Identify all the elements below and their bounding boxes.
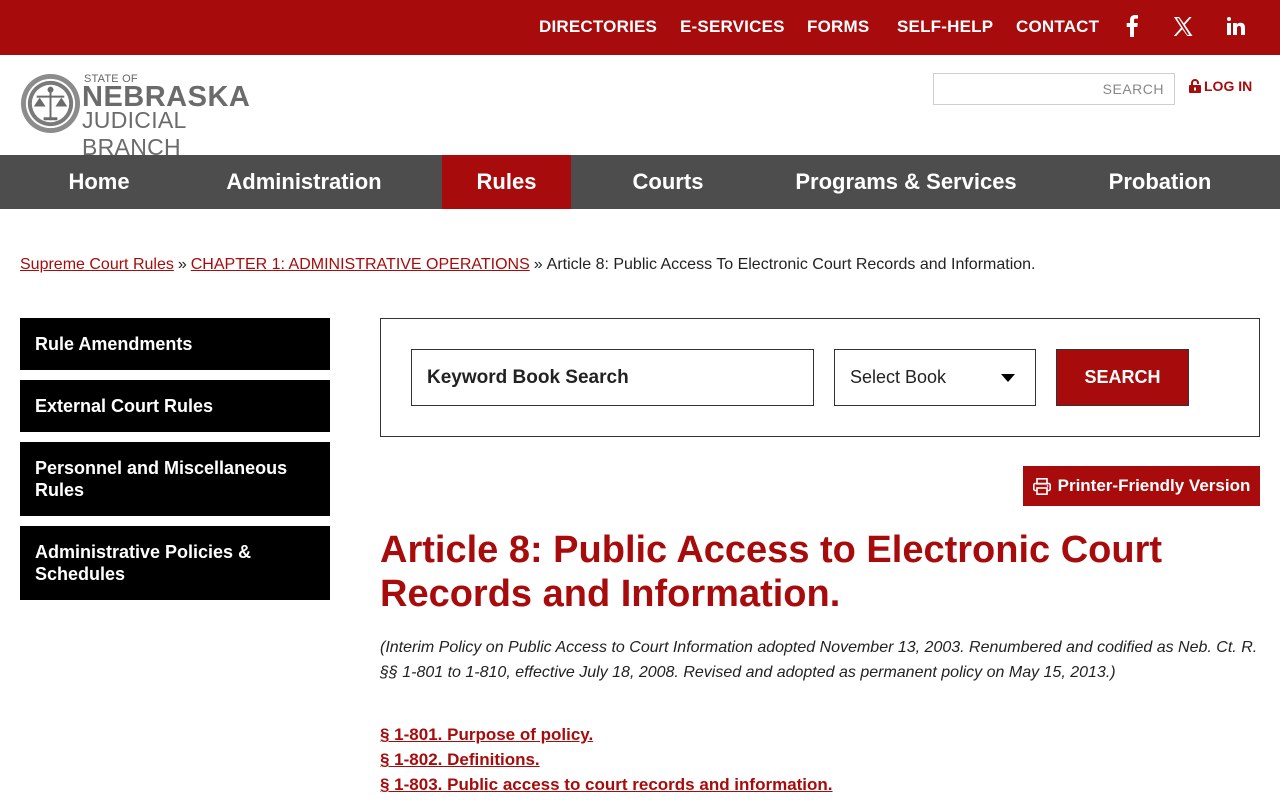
caret-down-icon xyxy=(1001,374,1015,382)
breadcrumb-current: Article 8: Public Access To Electronic C… xyxy=(546,256,1036,273)
printer-friendly-button[interactable]: Printer-Friendly Version xyxy=(1023,466,1260,506)
nebraska-seal-icon xyxy=(20,73,81,134)
sidebar-item-personnel-misc-rules[interactable]: Personnel and Miscellaneous Rules xyxy=(20,442,330,516)
nav-item-courts[interactable]: Courts xyxy=(603,155,733,209)
book-search-button[interactable]: SEARCH xyxy=(1056,349,1189,406)
breadcrumb-link-chapter-1[interactable]: CHAPTER 1: ADMINISTRATIVE OPERATIONS xyxy=(191,256,530,273)
section-link-1-802[interactable]: § 1-802. Definitions. xyxy=(380,747,833,772)
printer-friendly-label: Printer-Friendly Version xyxy=(1057,476,1251,495)
article-note: (Interim Policy on Public Access to Cour… xyxy=(380,639,1258,681)
logo-judicial-branch: JUDICIAL BRANCH xyxy=(82,107,186,160)
topbar-link-directories[interactable]: DIRECTORIES xyxy=(539,17,657,37)
nav-item-probation[interactable]: Probation xyxy=(1079,155,1241,209)
select-book-dropdown[interactable]: Select Book xyxy=(834,349,1036,406)
section-link-1-801[interactable]: § 1-801. Purpose of policy. xyxy=(380,722,833,747)
nav-item-home[interactable]: Home xyxy=(38,155,160,209)
nav-item-rules[interactable]: Rules xyxy=(442,155,571,209)
topbar-link-self-help[interactable]: SELF-HELP xyxy=(897,17,993,37)
nav-item-administration[interactable]: Administration xyxy=(198,155,410,209)
facebook-icon[interactable] xyxy=(1120,14,1144,38)
nav-item-programs-services[interactable]: Programs & Services xyxy=(770,155,1042,209)
printer-icon xyxy=(1032,477,1051,495)
section-list: § 1-801. Purpose of policy. § 1-802. Def… xyxy=(380,722,833,797)
breadcrumb-separator: » xyxy=(533,256,543,273)
sidebar-item-rule-amendments[interactable]: Rule Amendments xyxy=(20,318,330,370)
topbar-link-forms[interactable]: FORMS xyxy=(807,17,869,37)
keyword-book-search-input[interactable] xyxy=(411,349,814,406)
main-navigation: Home Administration Rules Courts Program… xyxy=(0,155,1280,209)
sidebar-item-external-court-rules[interactable]: External Court Rules xyxy=(20,380,330,432)
utility-bar: DIRECTORIES E-SERVICES FORMS SELF-HELP C… xyxy=(0,0,1280,55)
site-logo[interactable]: STATE OF NEBRASKA JUDICIAL BRANCH xyxy=(20,72,280,160)
site-search-input[interactable] xyxy=(933,73,1175,105)
article-title: Article 8: Public Access to Electronic C… xyxy=(380,529,1163,615)
login-label: LOG IN xyxy=(1204,78,1253,94)
breadcrumb-link-supreme-court-rules[interactable]: Supreme Court Rules xyxy=(20,256,174,273)
linkedin-icon[interactable] xyxy=(1224,14,1248,38)
topbar-link-e-services[interactable]: E-SERVICES xyxy=(680,17,785,37)
lock-icon xyxy=(1189,79,1201,93)
topbar-link-contact[interactable]: CONTACT xyxy=(1016,17,1099,37)
select-book-value: Select Book xyxy=(850,367,947,387)
section-link-1-803[interactable]: § 1-803. Public access to court records … xyxy=(380,772,833,797)
login-link[interactable]: LOG IN xyxy=(1189,78,1252,94)
x-icon[interactable] xyxy=(1171,14,1195,38)
breadcrumb-separator: » xyxy=(177,256,187,273)
sidebar-item-administrative-policies[interactable]: Administrative Policies & Schedules xyxy=(20,526,330,600)
breadcrumb: Supreme Court Rules» CHAPTER 1: ADMINISTR… xyxy=(20,256,1035,274)
